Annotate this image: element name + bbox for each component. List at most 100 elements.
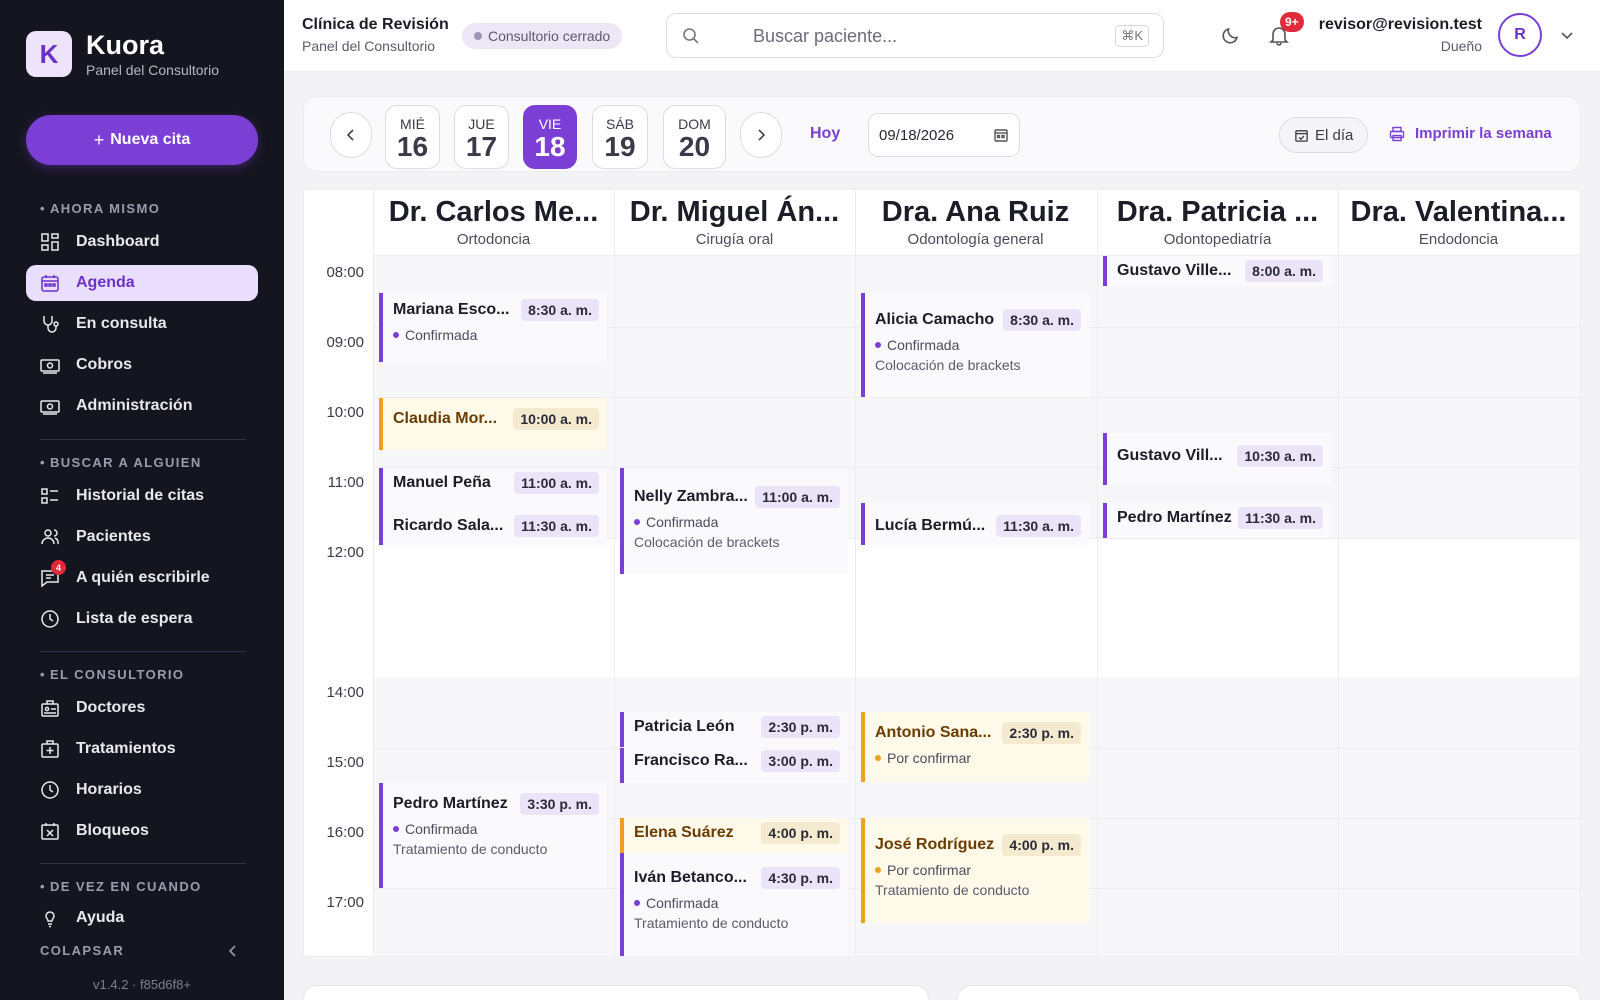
appointment-time: 4:00 p. m. — [1002, 834, 1081, 856]
appointment-patient: José Rodríguez — [875, 836, 995, 853]
appointment-card[interactable]: Pedro Martínez 11:30 a. m. — [1103, 503, 1331, 538]
sidebar-item-tratamientos[interactable]: Tratamientos — [26, 731, 258, 767]
patient-search[interactable]: ⌘K — [666, 13, 1164, 58]
sidebar-item-bloqueos[interactable]: Bloqueos — [26, 813, 258, 849]
appointment-card[interactable]: Lucía Bermú... 11:30 a. m. — [861, 503, 1089, 545]
day-of-week: JUE — [468, 116, 495, 132]
status-dot — [875, 867, 881, 873]
dark-mode-toggle-icon[interactable] — [1220, 24, 1242, 46]
sidebar-item-label: Bloqueos — [76, 822, 149, 839]
day-sun-20[interactable]: DOM 20 — [663, 105, 726, 169]
clock-icon — [40, 780, 60, 800]
appointment-card[interactable]: Pedro Martínez 3:30 p. m. Confirmada Trat… — [379, 783, 607, 888]
appointment-status-label: Confirmada — [405, 327, 478, 343]
appointment-card[interactable]: Gustavo Ville... 8:00 a. m. — [1103, 256, 1331, 286]
appointment-patient: Ricardo Sala... — [393, 517, 504, 534]
time-label: 16:00 — [326, 824, 364, 841]
top-header: Clínica de Revisión Panel del Consultori… — [284, 0, 1600, 72]
sidebar-item-en-consulta[interactable]: En consulta — [26, 306, 258, 342]
appointment-card[interactable]: Manuel Peña 11:00 a. m. — [379, 468, 607, 503]
time-label: 10:00 — [326, 404, 364, 421]
status-dot — [634, 900, 640, 906]
appointment-card[interactable]: José Rodríguez 4:00 p. m. Por confirmar T… — [861, 818, 1089, 923]
sidebar-item-agenda[interactable]: Agenda — [26, 265, 258, 301]
print-week-button[interactable]: Imprimir la semana — [1389, 125, 1552, 142]
sidebar-item-doctores[interactable]: Doctores — [26, 690, 258, 726]
day-wed-16[interactable]: MIÉ 16 — [385, 105, 440, 169]
appointment-status-label: Confirmada — [405, 821, 478, 837]
appointment-card[interactable]: Ricardo Sala... 11:30 a. m. — [379, 503, 607, 545]
message-icon: 4 — [40, 560, 66, 588]
sidebar-item-label: Doctores — [76, 699, 146, 716]
day-sat-19[interactable]: SÁB 19 — [592, 105, 648, 169]
section-title-occasionally: DE VEZ EN CUANDO — [40, 879, 202, 894]
day-fri-18[interactable]: VIE 18 — [523, 105, 577, 169]
appointment-card[interactable]: Gustavo Vill... 10:30 a. m. — [1103, 433, 1331, 485]
clinic-name: Clínica de Revisión — [302, 16, 449, 33]
appointment-card[interactable]: Antonio Sana... 2:30 p. m. Por confirmar — [861, 712, 1089, 782]
today-button[interactable]: Hoy — [810, 125, 840, 143]
column-separator — [614, 190, 615, 956]
appointment-status: Por confirmar — [875, 750, 1089, 766]
appointment-card[interactable]: Elena Suárez 4:00 p. m. — [620, 818, 848, 853]
doctor-specialty: Cirugía oral — [695, 231, 774, 248]
section-title-now: AHORA MISMO — [40, 201, 160, 216]
appointment-status: Confirmada — [393, 327, 607, 343]
appointment-status-label: Confirmada — [887, 337, 960, 353]
appointment-card[interactable]: Francisco Ra... 3:00 p. m. — [620, 748, 848, 783]
appointment-patient: Gustavo Vill... — [1117, 447, 1223, 464]
plus-icon: + — [93, 129, 105, 150]
appointment-card[interactable]: Patricia León 2:30 p. m. — [620, 712, 848, 747]
time-label: 15:00 — [326, 754, 364, 771]
status-dot — [875, 342, 881, 348]
appointment-patient: Francisco Ra... — [634, 752, 748, 769]
appointment-card[interactable]: Claudia Mor... 10:00 a. m. — [379, 398, 607, 450]
divider — [40, 863, 246, 864]
sidebar-item-pacientes[interactable]: Pacientes — [26, 519, 258, 555]
sidebar-item-dashboard[interactable]: Dashboard — [26, 224, 258, 260]
user-info[interactable]: revisor@revision.test Dueño — [1319, 16, 1482, 54]
appointment-card[interactable]: Alicia Camacho 8:30 a. m. Confirmada Colo… — [861, 293, 1089, 397]
day-thu-17[interactable]: JUE 17 — [454, 105, 509, 169]
appointment-time: 8:00 a. m. — [1245, 260, 1323, 282]
day-view-button[interactable]: El día — [1279, 117, 1369, 153]
previous-day-button[interactable] — [330, 112, 372, 158]
status-dot — [393, 826, 399, 832]
time-label: 08:00 — [326, 264, 364, 281]
sidebar-item-administracion[interactable]: Administración — [26, 388, 258, 424]
sidebar-item-historial[interactable]: Historial de citas — [26, 478, 258, 514]
appointment-patient: Manuel Peña — [393, 474, 491, 491]
sidebar-item-horarios[interactable]: Horarios — [26, 772, 258, 808]
appointment-time: 10:30 a. m. — [1237, 445, 1323, 467]
user-role: Dueño — [1440, 38, 1482, 54]
search-icon — [683, 28, 699, 44]
search-input[interactable] — [753, 22, 1093, 50]
appointment-card[interactable]: Nelly Zambra... 11:00 a. m. Confirmada Co… — [620, 468, 848, 574]
sidebar-item-label: Pacientes — [76, 528, 151, 545]
sidebar-item-ayuda[interactable]: Ayuda — [26, 902, 258, 934]
doctor-badge-icon — [40, 698, 60, 718]
doctor-name: Dra. Patricia ... — [1116, 196, 1319, 228]
appointment-patient: Nelly Zambra... — [634, 488, 748, 505]
next-day-button[interactable] — [740, 112, 782, 158]
date-picker-input[interactable]: 09/18/2026 — [868, 113, 1020, 157]
appointment-time: 4:00 p. m. — [761, 822, 840, 844]
collapse-sidebar-button[interactable]: COLAPSAR — [40, 943, 240, 958]
sidebar-item-lista-espera[interactable]: Lista de espera — [26, 601, 258, 637]
sidebar-item-label: Agenda — [76, 274, 135, 291]
sidebar-item-a-quien-escribirle[interactable]: 4 A quién escribirle — [26, 560, 258, 596]
chevron-down-icon[interactable] — [1558, 26, 1576, 44]
appointment-patient: Lucía Bermú... — [875, 517, 986, 534]
appointment-patient: Claudia Mor... — [393, 410, 498, 427]
doctor-specialty: Odontología general — [907, 231, 1044, 248]
appointment-card[interactable]: Iván Betanco... 4:30 p. m. Confirmada Tra… — [620, 853, 848, 956]
appointment-patient: Patricia León — [634, 718, 735, 735]
new-appointment-button[interactable]: + Nueva cita — [26, 115, 258, 165]
brand[interactable]: K Kuora Panel del Consultorio — [26, 30, 219, 78]
appointment-time: 2:30 p. m. — [761, 716, 840, 738]
avatar[interactable]: R — [1498, 13, 1542, 57]
sidebar-item-label: Dashboard — [76, 233, 160, 250]
appointment-card[interactable]: Mariana Esco... 8:30 a. m. Confirmada — [379, 293, 607, 362]
sidebar-item-cobros[interactable]: Cobros — [26, 347, 258, 383]
sidebar-item-label: Lista de espera — [76, 610, 193, 627]
